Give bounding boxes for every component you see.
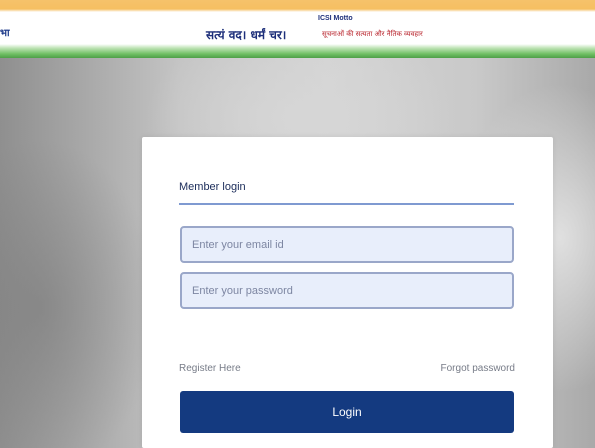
login-title: Member login bbox=[179, 181, 246, 193]
header-banner: भा ICSI Motto सत्यं वद। धर्मं चर। सूचनाओ… bbox=[0, 0, 595, 58]
login-button[interactable]: Login bbox=[180, 391, 514, 433]
email-field[interactable] bbox=[180, 226, 514, 263]
header-edge-text: भा bbox=[0, 28, 10, 39]
motto-translation: सूचनाओं की सत्यता और नैतिक व्यवहार bbox=[322, 30, 423, 38]
login-card: Member login Register Here Forgot passwo… bbox=[142, 137, 553, 448]
forgot-password-link[interactable]: Forgot password bbox=[441, 363, 515, 374]
motto-hindi: सत्यं वद। धर्मं चर। bbox=[206, 28, 287, 42]
motto-title: ICSI Motto bbox=[318, 15, 353, 22]
register-link[interactable]: Register Here bbox=[179, 363, 241, 374]
password-field[interactable] bbox=[180, 272, 514, 309]
title-divider bbox=[179, 203, 514, 205]
